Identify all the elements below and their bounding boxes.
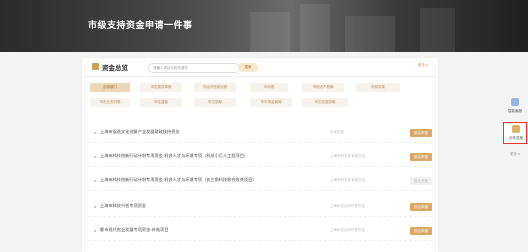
fund-list-item[interactable]: 上海市科技创新行动计划专项资金-科技人才与环境专项（长三角科技联合攻关项目） 上… <box>88 172 432 191</box>
category-tab[interactable]: 市经济信息化委 <box>194 83 236 92</box>
fund-department: 上海市科学技术委员会 <box>330 154 365 158</box>
category-tab[interactable]: 市市场监管局 <box>250 98 292 107</box>
funds-icon <box>92 63 99 70</box>
document-icon <box>512 125 520 133</box>
fund-department: 上海市农业农村委员会 <box>330 204 365 208</box>
apply-button[interactable]: 前往申报 <box>410 203 432 211</box>
page-title: 市级支持资金申请一件事 <box>88 21 193 31</box>
fund-name[interactable]: 上海市促进文化创意产业发展财政扶持资金 <box>100 129 180 135</box>
panel-title: 资金总览 <box>102 64 128 72</box>
fund-department: 上海市科学技术委员会 <box>330 178 365 182</box>
bullet-icon <box>94 180 96 182</box>
building-graphic <box>300 4 330 52</box>
bullet-icon <box>94 156 96 158</box>
category-tab[interactable]: 市科委 <box>250 83 288 92</box>
apply-button[interactable]: 前往申报 <box>410 129 432 137</box>
side-item-label: 智能客服 <box>508 109 522 113</box>
search-input[interactable]: 请输入项目名称关键字 <box>148 63 240 73</box>
category-tab[interactable]: 市知识产权局 <box>302 83 344 92</box>
fund-list-item[interactable]: 都市现代农业发展专项资金-补贴项目 上海市农业农村委员会 前往申报 <box>88 222 432 241</box>
bullet-icon <box>94 206 96 208</box>
apply-button[interactable]: 前往申报 <box>410 153 432 161</box>
building-graphic <box>420 8 455 52</box>
fund-department: 市宣传部 <box>330 130 344 134</box>
apply-button[interactable]: 前往申报 <box>410 227 432 235</box>
funds-overview-panel: 资金总览 请输入项目名称关键字 搜索 更多 ▸ 全部部门 市发展改革委 市经济信… <box>82 58 438 252</box>
category-tab-all[interactable]: 全部部门 <box>90 83 130 92</box>
search-button[interactable]: 搜索 <box>238 63 258 72</box>
category-tab[interactable]: 市住建委 <box>140 98 182 107</box>
apply-button-disabled[interactable]: 暂未开放 <box>410 177 432 185</box>
chat-icon <box>511 98 519 106</box>
fund-list-item[interactable]: 上海市科技兴农专项资金 上海市农业农村委员会 前往申报 <box>88 198 432 217</box>
fund-list-item[interactable]: 上海市科技创新行动计划专项资金-科技人才与环境专项（科技小巨人工程项目） 上海市… <box>88 148 432 167</box>
building-graphic <box>345 16 395 52</box>
more-link[interactable]: 更多 ▸ <box>418 63 428 68</box>
fund-name[interactable]: 上海市科技兴农专项资金 <box>100 203 146 209</box>
bullet-icon <box>94 230 96 232</box>
fund-list-item[interactable]: 上海市促进文化创意产业发展财政扶持资金 市宣传部 前往申报 <box>88 124 432 143</box>
side-more-toggle[interactable]: 更多 ▾ <box>503 152 527 157</box>
header-banner: 市级支持资金申请一件事 <box>0 0 528 52</box>
fund-name[interactable]: 都市现代农业发展专项资金-补贴项目 <box>100 227 169 233</box>
progress-query-button[interactable]: 办件进度 <box>503 122 527 144</box>
panel-header: 资金总览 请输入项目名称关键字 搜索 更多 ▸ <box>82 58 438 77</box>
smart-service-button[interactable]: 智能客服 <box>503 96 527 118</box>
side-item-label: 办件进度 <box>509 136 523 140</box>
fund-department: 上海市农业农村委员会 <box>330 228 365 232</box>
category-tab[interactable]: 市农业农村委 <box>90 98 130 107</box>
building-graphic <box>250 12 290 52</box>
fund-name[interactable]: 上海市科技创新行动计划专项资金-科技人才与环境专项（科技小巨人工程项目） <box>100 153 248 159</box>
category-tab[interactable]: 市文化旅游局 <box>302 98 348 107</box>
fund-name[interactable]: 上海市科技创新行动计划专项资金-科技人才与环境专项（长三角科技联合攻关项目） <box>100 177 256 183</box>
category-tab[interactable]: 市发展改革委 <box>140 83 182 92</box>
category-tab[interactable]: 市文旅局 <box>194 98 236 107</box>
bullet-icon <box>94 132 96 134</box>
category-tab[interactable]: 市商务委 <box>356 83 400 92</box>
